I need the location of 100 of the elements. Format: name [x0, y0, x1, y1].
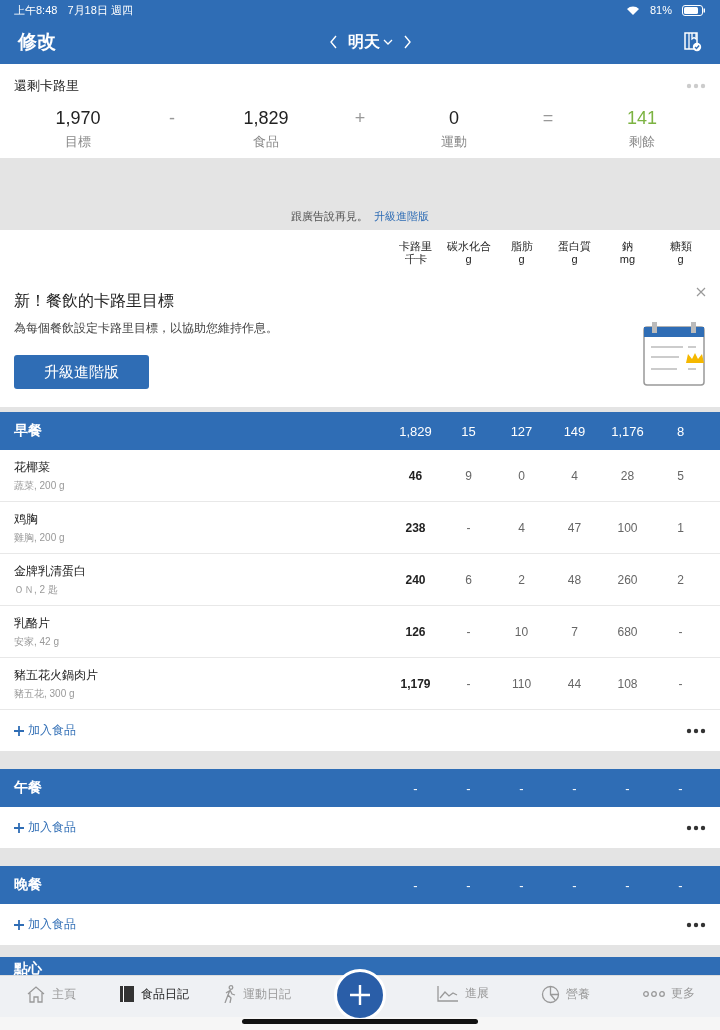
caret-icon	[382, 38, 393, 46]
battery-icon	[682, 4, 706, 16]
calorie-value: 1,970	[55, 108, 101, 129]
more-icon	[686, 727, 706, 734]
meal-total: -	[465, 877, 472, 893]
nutrient-value: -	[465, 520, 472, 535]
tab-item[interactable]: 食品日記	[102, 985, 206, 1003]
column-header: 鈉 mg	[618, 239, 637, 266]
food-detail: 豬五花, 300 g	[14, 686, 76, 701]
upgrade-link[interactable]: 升級進階版	[374, 209, 429, 224]
calendar-crown-icon	[642, 321, 706, 387]
close-icon[interactable]	[696, 287, 706, 297]
add-food-button[interactable]: 加入食品	[14, 916, 76, 933]
plus-icon	[14, 919, 24, 930]
meal-total: 149	[562, 423, 587, 439]
food-name[interactable]: 鸡胸	[14, 510, 389, 528]
date-selector[interactable]: 明天	[347, 31, 393, 53]
nutrient-value: 28	[619, 468, 636, 483]
meal-total: -	[624, 780, 631, 796]
meal-title: 晚餐	[14, 876, 43, 894]
more-button[interactable]	[686, 824, 706, 831]
ad-notice: 跟廣告說再見。	[291, 209, 368, 224]
column-header: 碳水化合 g	[445, 239, 492, 266]
meal-title: 午餐	[14, 779, 43, 797]
book-icon	[119, 985, 136, 1003]
nutrient-value: 9	[464, 468, 473, 483]
operator-sign: -	[168, 108, 176, 129]
more-icon	[686, 83, 706, 89]
calorie-value: 0	[449, 108, 459, 129]
food-detail: 安家, 42 g	[14, 634, 61, 649]
nutrient-value: 680	[616, 624, 639, 639]
battery-percent: 81%	[649, 4, 672, 16]
add-food-button[interactable]: 加入食品	[14, 722, 76, 739]
add-food-button[interactable]: 加入食品	[14, 819, 76, 836]
more-button[interactable]	[686, 727, 706, 734]
walking-person-icon	[223, 985, 238, 1003]
nutrient-value: -	[677, 624, 684, 639]
nutrient-value: 4	[570, 468, 579, 483]
nutrient-value: 100	[616, 520, 639, 535]
meal-total: 15	[460, 423, 477, 439]
home-icon	[26, 985, 47, 1003]
nutrient-value: -	[465, 676, 472, 691]
nutrient-value: 5	[676, 468, 685, 483]
nutrient-value: 46	[407, 468, 424, 483]
nutrient-value: 7	[570, 624, 579, 639]
meal-total: 1,176	[610, 423, 645, 439]
more-button[interactable]	[686, 921, 706, 928]
nutrient-value: 48	[566, 572, 583, 587]
meal-total: -	[677, 877, 684, 893]
meal-total: -	[412, 780, 419, 796]
column-header: 蛋白質 g	[557, 239, 592, 266]
plus-icon	[349, 984, 371, 1006]
more-icon	[686, 921, 706, 928]
promo-text: 為每個餐飲設定卡路里目標，以協助您維持作息。	[14, 320, 279, 337]
calorie-value: 141	[626, 108, 657, 129]
nutrient-value: 238	[404, 520, 427, 535]
nutrient-value: 2	[517, 572, 526, 587]
line-chart-icon	[436, 985, 459, 1002]
nutrient-value: 1	[676, 520, 685, 535]
previous-day-icon[interactable]	[328, 35, 338, 49]
notebook-check-icon[interactable]	[684, 32, 702, 52]
add-button[interactable]	[334, 969, 386, 1021]
meal-total: 1,829	[398, 423, 433, 439]
nutrient-value: 10	[513, 624, 530, 639]
plus-icon	[14, 822, 24, 833]
meal-title: 點心	[14, 960, 42, 976]
food-name[interactable]: 乳酪片	[14, 614, 389, 632]
food-name[interactable]: 金牌乳清蛋白	[14, 562, 389, 580]
nutrient-value: 6	[464, 572, 473, 587]
nutrient-value: 4	[517, 520, 526, 535]
calorie-label: 運動	[441, 133, 467, 151]
food-name[interactable]: 豬五花火鍋肉片	[14, 666, 389, 684]
meal-total: 127	[509, 423, 534, 439]
calorie-label: 食品	[253, 133, 279, 151]
upgrade-button[interactable]: 升級進階版	[14, 355, 149, 389]
food-detail: 雞胸, 200 g	[14, 530, 66, 545]
calorie-value: 1,829	[243, 108, 289, 129]
pie-chart-icon	[541, 985, 561, 1004]
meal-total: -	[571, 877, 578, 893]
more-icon	[642, 990, 665, 997]
nutrient-value: 44	[566, 676, 583, 691]
nutrient-value: 1,179	[399, 676, 432, 691]
food-name[interactable]: 花椰菜	[14, 458, 389, 476]
next-day-icon[interactable]	[402, 35, 412, 49]
status-date: 7月18日 週四	[67, 2, 133, 18]
nutrient-value: 2	[676, 572, 685, 587]
status-time: 上午8:48	[14, 2, 58, 18]
meal-total: -	[465, 780, 472, 796]
nutrient-value: 47	[566, 520, 583, 535]
nutrient-value: 240	[404, 572, 427, 587]
meal-total: 8	[675, 423, 686, 439]
column-header: 脂肪 g	[509, 239, 534, 266]
nutrient-value: 260	[616, 572, 639, 587]
column-header: 糖類 g	[668, 239, 693, 266]
more-icon	[686, 824, 706, 831]
edit-link[interactable]: 修改	[18, 29, 56, 55]
nutrient-value: 110	[510, 676, 533, 691]
operator-sign: +	[353, 108, 367, 129]
meal-total: -	[518, 877, 525, 893]
meal-total: -	[624, 877, 631, 893]
